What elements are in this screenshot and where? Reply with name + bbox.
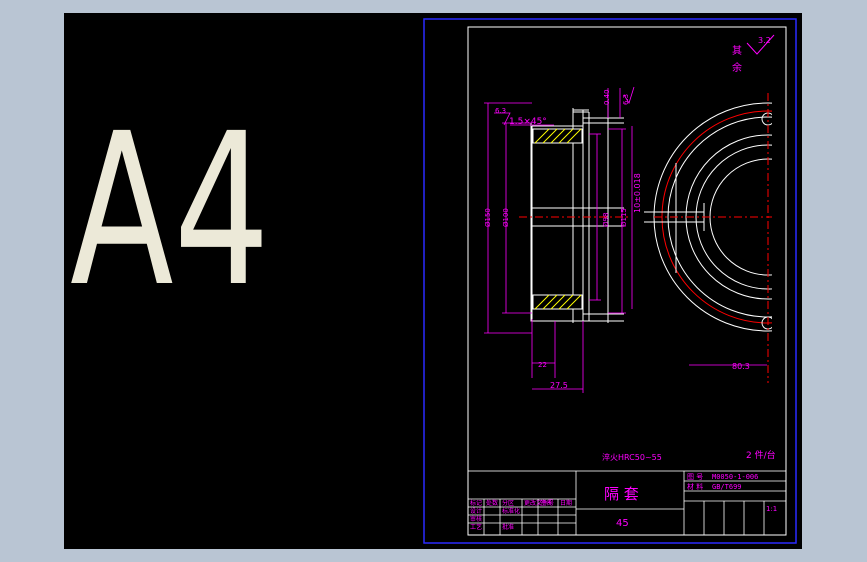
quantity-note: 2 件/台	[746, 449, 776, 461]
len-22-label: 22	[538, 361, 547, 369]
svg-text:标记: 标记	[470, 499, 482, 507]
tolerance-label: 10±0.018	[633, 173, 642, 213]
svg-text:设计: 设计	[470, 507, 482, 515]
svg-text:标准化: 标准化	[502, 507, 520, 515]
heat-treatment-note: 淬火HRC50~55	[602, 452, 662, 462]
roughness-value-top: 3.2	[758, 36, 771, 45]
surface-left-label: 6.3	[495, 107, 506, 115]
section-hatching	[532, 128, 583, 310]
chamfer-label: 1.5×45°	[509, 117, 547, 127]
dia-150-label: Ø150	[484, 208, 492, 227]
len-275-label: 27.5	[550, 381, 568, 390]
sheet-size-label: A4	[70, 88, 270, 333]
label-tuhao: 图 号	[687, 473, 703, 481]
dia-115-label: Ø115	[620, 208, 628, 227]
section-dimensions	[484, 86, 767, 393]
drawing-canvas: A4 其 余 3.2 6.3 1.5×45° 0.40 6.3 Ø150 Ø10…	[70, 18, 797, 544]
part-name: 隔 套	[604, 485, 639, 503]
svg-text:分区: 分区	[502, 499, 514, 507]
slot-top-label: 0.40	[603, 89, 611, 105]
other-label-1: 其	[732, 45, 742, 57]
cad-viewport[interactable]: A4 其 余 3.2 6.3 1.5×45° 0.40 6.3 Ø150 Ø10…	[64, 13, 802, 549]
end-view	[644, 93, 772, 383]
surface-top-label: 6.3	[622, 94, 630, 105]
svg-text:工艺: 工艺	[470, 523, 482, 531]
a4-label: A4	[70, 88, 270, 333]
svg-text:批准: 批准	[502, 523, 514, 531]
dia-98-label: Ø98	[602, 213, 610, 227]
svg-text:日期: 日期	[560, 499, 572, 507]
svg-text:处数: 处数	[486, 499, 498, 507]
material-standard: GB/T699	[712, 483, 742, 491]
drawing-number: M0050-1-006	[712, 473, 758, 481]
material-code: 45	[616, 518, 629, 529]
svg-text:签名: 签名	[540, 499, 552, 507]
dia-100-label: Ø100	[502, 208, 510, 227]
other-label-2: 余	[732, 61, 742, 74]
svg-text:审核: 审核	[470, 515, 482, 523]
scale-value: 1:1	[766, 505, 777, 513]
len-803-label: 80.3	[732, 362, 750, 371]
label-cailiao: 材 料	[687, 482, 703, 491]
